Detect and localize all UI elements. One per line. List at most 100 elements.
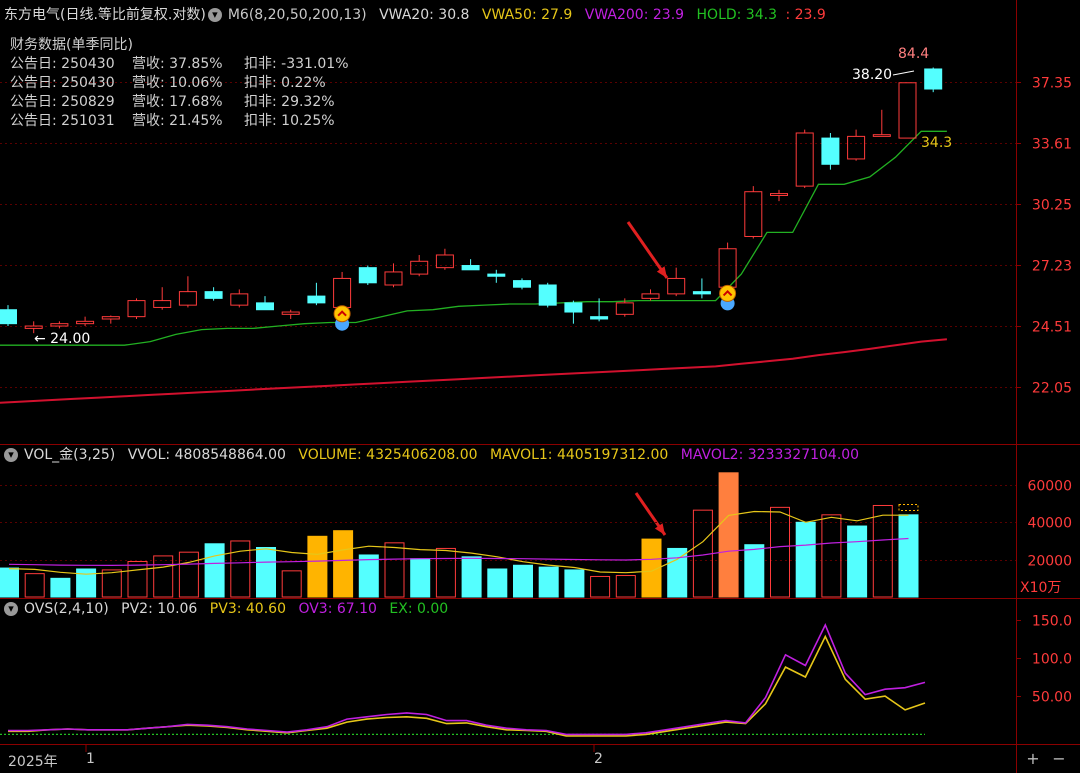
x-axis-year: 2025年 — [8, 754, 58, 770]
candle-body — [204, 291, 223, 299]
candle-body — [307, 295, 326, 304]
finance-date: 公告日: 251031 — [10, 113, 115, 129]
hold-line — [0, 130, 947, 346]
candle — [153, 287, 172, 310]
volume-bar — [256, 547, 276, 598]
current-price-label: 38.20 — [852, 67, 892, 83]
volume-value: VOLUME: 4325406208.00 — [298, 447, 478, 463]
candle-body — [230, 293, 249, 306]
candle — [230, 289, 249, 308]
candle — [435, 248, 454, 270]
volume-tick-label: 40000 — [1027, 516, 1072, 532]
candle — [821, 132, 840, 170]
candle-body — [333, 277, 352, 308]
candle — [770, 189, 788, 202]
candle-body — [692, 291, 711, 295]
volume-bar — [178, 551, 199, 598]
volume-bar — [153, 555, 174, 598]
candle-body — [744, 191, 763, 237]
candle — [538, 282, 557, 308]
pv3-value: PV3: 40.60 — [209, 601, 286, 617]
candle — [101, 315, 120, 324]
candle — [898, 82, 917, 139]
candle — [744, 186, 763, 239]
candle-body — [410, 260, 429, 275]
ov3-value: OV3: 67.10 — [298, 601, 377, 617]
finance-revenue: 营收: 10.06% — [132, 75, 223, 91]
candle — [50, 321, 69, 329]
finance-row: 公告日: 250829 营收: 17.68% 扣非: 29.32% — [10, 93, 349, 112]
price-tick-label: 24.51 — [1032, 320, 1072, 336]
candle-body — [50, 323, 69, 327]
finance-date: 公告日: 250829 — [10, 94, 115, 110]
volume-tick-label: 60000 — [1027, 479, 1072, 495]
candle-body — [153, 300, 172, 308]
candle-body — [615, 302, 634, 315]
candle-body — [384, 271, 403, 286]
volume-bar — [461, 556, 482, 598]
price-tick-label: 37.35 — [1032, 76, 1072, 92]
ovs-tick-label: 100.0 — [1032, 652, 1072, 668]
candle — [924, 67, 943, 93]
ov3-line — [8, 623, 926, 736]
candle-body — [564, 302, 583, 313]
candle-body — [178, 291, 197, 306]
volume-pane-header: ▾ VOL_金(3,25) VVOL: 4808548864.00 VOLUME:… — [4, 444, 867, 466]
zoom-in-button[interactable]: + — [1024, 750, 1042, 768]
hold-extra-value: : 23.9 — [785, 7, 826, 23]
ovs-pane-header: ▾ OVS(2,4,10) PV2: 10.06 PV3: 40.60 OV3: … — [4, 598, 456, 620]
volume-bar — [872, 504, 893, 598]
candle-body — [358, 267, 377, 284]
zoom-out-button[interactable]: − — [1050, 750, 1068, 768]
volume-bar — [24, 573, 45, 598]
vwa200-value: VWA200: 23.9 — [584, 7, 685, 23]
volume-bar — [487, 568, 508, 598]
candle-body — [101, 316, 120, 320]
price-pane-header: 东方电气(日线.等比前复权.对数) ▾ M6(8,20,50,200,13) VWA… — [4, 4, 834, 26]
candle — [76, 316, 95, 327]
volume-bar — [204, 543, 225, 598]
candle-body — [590, 316, 609, 320]
x-axis-month-1: 1 — [86, 751, 95, 767]
volume-bar — [513, 564, 533, 598]
finance-nonrec: 扣非: 0.22% — [244, 75, 326, 91]
candle-body — [281, 311, 300, 315]
chevron-down-icon[interactable]: ▾ — [4, 448, 18, 462]
candle-body — [641, 293, 660, 299]
volume-bar — [230, 540, 251, 598]
volume-bar — [333, 530, 354, 598]
chevron-down-icon[interactable]: ▾ — [207, 8, 222, 22]
finance-row: 公告日: 250430 营收: 37.85% 扣非: -331.01% — [10, 55, 349, 74]
volume-bar — [358, 554, 379, 598]
volume-bar — [744, 544, 765, 598]
volume-bar — [615, 575, 636, 598]
candle — [795, 129, 814, 188]
candle — [204, 287, 223, 301]
mavol2-value: MAVOL2: 3233327104.00 — [680, 447, 860, 463]
finance-revenue: 营收: 37.85% — [132, 56, 223, 72]
candle-body — [667, 277, 686, 295]
hold-end-label: 34.3 — [921, 135, 952, 151]
price-tick-label: 22.05 — [1032, 381, 1072, 397]
volume-bar — [847, 525, 868, 598]
candle — [487, 269, 506, 283]
volume-bar — [898, 514, 919, 598]
candle — [178, 276, 197, 308]
ovs-name: OVS(2,4,10) — [24, 601, 109, 617]
price-pointer — [892, 70, 915, 76]
finance-revenue: 营收: 21.45% — [132, 113, 223, 129]
candle — [564, 300, 583, 324]
finance-nonrec: 扣非: 10.25% — [244, 113, 335, 129]
finance-date: 公告日: 250430 — [10, 75, 115, 91]
candle — [0, 305, 17, 327]
finance-date: 公告日: 250430 — [10, 56, 115, 72]
chevron-down-icon[interactable]: ▾ — [4, 602, 18, 616]
finance-title: 财务数据(单季同比) — [10, 37, 133, 53]
pv2-value: PV2: 10.06 — [121, 601, 198, 617]
finance-nonrec: 扣非: 29.32% — [244, 94, 335, 110]
volume-bar — [410, 558, 431, 598]
price-tick-label: 33.61 — [1032, 137, 1072, 153]
volume-bar — [718, 472, 739, 598]
candle — [513, 278, 531, 290]
candle-body — [770, 193, 788, 196]
